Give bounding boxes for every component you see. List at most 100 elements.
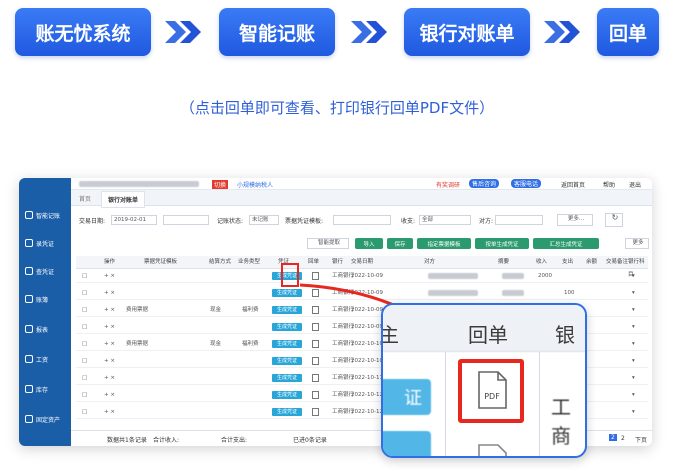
- row-subject-dropdown-icon[interactable]: ▾: [632, 269, 635, 283]
- next-page[interactable]: 下页: [635, 435, 647, 444]
- record-status-select[interactable]: 未记账: [249, 215, 279, 225]
- row-checkbox[interactable]: □: [82, 388, 87, 402]
- flow-step-label: 智能记账: [238, 22, 315, 45]
- row-subject-dropdown-icon[interactable]: ▾: [632, 303, 635, 317]
- sidebar-item-salary[interactable]: 工资: [19, 350, 71, 368]
- row-subject-dropdown-icon[interactable]: ▾: [632, 337, 635, 351]
- row-checkbox[interactable]: □: [82, 269, 87, 283]
- row-subject-dropdown-icon[interactable]: ▾: [632, 286, 635, 300]
- row-checkbox[interactable]: □: [82, 354, 87, 368]
- survey-link[interactable]: 有奖调研: [436, 180, 460, 189]
- row-checkbox[interactable]: □: [82, 303, 87, 317]
- switch-badge[interactable]: 切换: [212, 180, 229, 189]
- row-action-icons[interactable]: + ×: [104, 269, 115, 283]
- row-action-icons[interactable]: + ×: [104, 354, 115, 368]
- template-select[interactable]: [333, 215, 391, 225]
- row-action-icons[interactable]: + ×: [104, 286, 115, 300]
- row-subject-dropdown-icon[interactable]: ▾: [632, 354, 635, 368]
- sidebar-item-reports[interactable]: 报表: [19, 320, 71, 338]
- pdf-icon[interactable]: [312, 323, 319, 331]
- row-action-icons[interactable]: + ×: [104, 303, 115, 317]
- row-checkbox[interactable]: □: [82, 320, 87, 334]
- sidebar-item-inventory[interactable]: 库存: [19, 380, 71, 398]
- page-2[interactable]: 2: [621, 435, 625, 442]
- row-subject-dropdown-icon[interactable]: ▾: [632, 320, 635, 334]
- generate-voucher-button[interactable]: 生成凭证: [272, 323, 302, 331]
- total-records: 数据共1条记录: [107, 437, 147, 444]
- pdf-icon[interactable]: [312, 340, 319, 348]
- flow-step-label: 银行对账单: [419, 22, 515, 45]
- generate-voucher-button[interactable]: 生成凭证: [272, 340, 302, 348]
- pdf-icon-label: PDF: [484, 392, 500, 401]
- help-link[interactable]: 帮助: [603, 180, 615, 189]
- assign-template-button[interactable]: 指定票据模板: [417, 238, 471, 249]
- row-template[interactable]: 费用票据: [126, 337, 148, 351]
- row-action-icons[interactable]: + ×: [104, 337, 115, 351]
- date-to-input[interactable]: [163, 215, 209, 225]
- income-select[interactable]: 全部: [419, 215, 471, 225]
- sidebar-item-query-voucher[interactable]: 查凭证: [19, 262, 71, 280]
- pdf-icon[interactable]: [312, 408, 319, 416]
- pdf-icon[interactable]: [312, 357, 319, 365]
- generate-voucher-button[interactable]: 生成凭证: [272, 374, 302, 382]
- hotline-button[interactable]: 客服电话: [511, 179, 542, 188]
- home-link[interactable]: 返回首页: [561, 180, 585, 189]
- sidebar-item-ledger[interactable]: 账簿: [19, 290, 71, 308]
- more-actions-button[interactable]: 更多: [625, 238, 649, 249]
- row-checkbox[interactable]: □: [82, 286, 87, 300]
- sidebar-item-label: 智能记账: [36, 212, 61, 220]
- row-income: 2000: [538, 273, 552, 279]
- pdf-icon[interactable]: PDF: [476, 371, 508, 409]
- pdf-icon[interactable]: [312, 374, 319, 382]
- generate-voucher-button[interactable]: 生成凭证: [272, 408, 302, 416]
- row-checkbox[interactable]: □: [82, 337, 87, 351]
- page-current[interactable]: 2: [609, 434, 617, 441]
- row-action-icons[interactable]: + ×: [104, 388, 115, 402]
- sidebar-item-fixed-assets[interactable]: 固定资产: [19, 410, 71, 428]
- summary-voucher-button[interactable]: 汇总生成凭证: [533, 238, 599, 249]
- row-action-icons[interactable]: + ×: [104, 371, 115, 385]
- generate-voucher-button[interactable]: 生成凭证: [272, 391, 302, 399]
- zoom-col-right: 银: [555, 323, 575, 347]
- sidebar-item-enter-voucher[interactable]: 录凭证: [19, 234, 71, 252]
- row-biz: 福利费: [242, 307, 259, 313]
- row-subject-dropdown-icon[interactable]: ▾: [632, 371, 635, 385]
- pdf-icon[interactable]: [312, 272, 319, 280]
- pdf-icon[interactable]: [312, 306, 319, 314]
- row-subject-dropdown-icon[interactable]: ▾: [632, 388, 635, 402]
- more-filters-button[interactable]: 更多...: [557, 214, 593, 226]
- generate-voucher-button[interactable]: 生成凭证: [272, 306, 302, 314]
- import-button[interactable]: 导入: [355, 238, 383, 249]
- date-from-input[interactable]: 2019-02-01: [111, 215, 157, 225]
- sidebar-item-smart-bookkeeping[interactable]: 智能记账: [19, 206, 71, 224]
- generate-voucher-button[interactable]: 生成凭证: [272, 289, 302, 297]
- pdf-icon-partial[interactable]: [476, 443, 508, 458]
- row-checkbox[interactable]: □: [82, 405, 87, 419]
- generate-voucher-button[interactable]: 生成凭证: [272, 272, 302, 280]
- row-action-icons[interactable]: + ×: [104, 405, 115, 419]
- search-icon: [25, 267, 33, 275]
- smart-extract-button[interactable]: 智能提取: [307, 238, 349, 249]
- row-template[interactable]: 费用票据: [126, 303, 148, 317]
- row-date: 2022-10-09: [351, 307, 383, 313]
- flow-step-system: 账无忧系统: [15, 8, 151, 56]
- row-checkbox[interactable]: □: [82, 371, 87, 385]
- table-row[interactable]: □ + × 生成凭证 工商银行 2022-10-09 100 ▾: [76, 286, 648, 300]
- save-button[interactable]: 保存: [387, 238, 413, 249]
- single-voucher-button[interactable]: 按单生成凭证: [475, 238, 529, 249]
- party-input[interactable]: [495, 215, 543, 225]
- sidebar-item-label: 库存: [36, 386, 49, 394]
- tab-home[interactable]: 首页: [79, 194, 91, 203]
- company-name-redacted: [79, 181, 199, 187]
- row-action-icons[interactable]: + ×: [104, 320, 115, 334]
- pdf-icon[interactable]: [312, 289, 319, 297]
- logout-link[interactable]: 退出: [629, 180, 641, 189]
- refresh-icon[interactable]: ↻: [605, 213, 623, 227]
- support-button[interactable]: 售后咨询: [469, 179, 500, 188]
- generate-voucher-button[interactable]: 生成凭证: [272, 357, 302, 365]
- row-date: 2022-10-10: [351, 358, 383, 364]
- row-subject-dropdown-icon[interactable]: ▾: [632, 405, 635, 419]
- table-row[interactable]: □ + × 生成凭证 工商银行 2022-10-09 2000 ▾: [76, 269, 648, 283]
- pdf-icon[interactable]: [312, 391, 319, 399]
- bookkeeping-icon: [25, 211, 33, 219]
